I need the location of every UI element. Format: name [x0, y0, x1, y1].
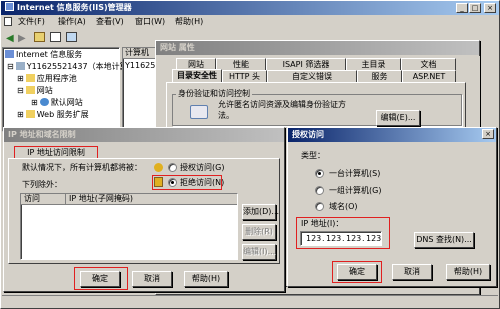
menu-view[interactable]: 查看(V)	[96, 16, 124, 28]
tree-app-pools-label: 应用程序池	[36, 74, 77, 83]
auth-group-label: 身份验证和访问控制	[176, 89, 252, 99]
ip-cancel-button[interactable]: 取消	[132, 271, 172, 287]
ip-list-header: 访问 IP 地址(子网掩码)	[21, 194, 237, 205]
tab-custom-errors[interactable]: 自定义错误	[267, 70, 357, 82]
app-icon	[5, 2, 14, 11]
col-access[interactable]: 访问	[24, 194, 40, 204]
auth-text: 允许匿名访问资源及编辑身份验证方	[218, 100, 346, 109]
single-radio[interactable]	[315, 169, 324, 178]
default-text: 默认情况下，所有计算机都将被：	[22, 163, 142, 172]
menu-file[interactable]: 文件(F)	[18, 16, 45, 28]
folder-icon	[25, 86, 35, 94]
tree-websites-label: 网站	[36, 86, 53, 95]
tree-web-ext-label: Web 服务扩展	[36, 110, 89, 119]
tab-dir-security[interactable]: 目录安全性	[172, 69, 222, 83]
ip-dialog-title: IP 地址和域名限制	[8, 130, 76, 139]
grant-title: 授权访问	[292, 130, 324, 139]
edit-auth-button[interactable]: 编辑(E)...	[376, 110, 420, 126]
menu-window[interactable]: 窗口(W)	[135, 16, 165, 28]
highlight-deny	[152, 175, 222, 190]
server-icon	[15, 62, 25, 70]
highlight-ip-field	[296, 217, 390, 249]
tab-service[interactable]: 服务	[357, 70, 402, 82]
tree-server[interactable]: ⊟ Y11625521437（本地计算	[7, 62, 128, 72]
doc-icon	[4, 17, 12, 26]
maximize-button[interactable]: □	[469, 3, 481, 13]
tab-documents[interactable]: 文档	[401, 58, 456, 70]
tree-app-pools[interactable]: ⊞ 应用程序池	[17, 74, 77, 84]
main-title: Internet 信息服务(IIS)管理器	[17, 3, 132, 12]
highlight-ip-ok	[74, 267, 128, 290]
tab-isapi[interactable]: ISAPI 筛选器	[266, 58, 346, 70]
edit-button[interactable]: 编辑(I)...	[242, 244, 276, 260]
props-title: 网站 属性	[160, 43, 195, 52]
grant-label[interactable]: 授权访问(G)	[180, 163, 224, 173]
tree-root[interactable]: Internet 信息服务	[5, 50, 82, 60]
highlight-grant-ok	[332, 261, 382, 283]
tab-home-dir[interactable]: 主目录	[346, 58, 401, 70]
status-bar	[2, 295, 498, 307]
dns-lookup-button[interactable]: DNS 查找(N)...	[414, 232, 474, 248]
menu-help[interactable]: 帮助(H)	[175, 16, 203, 28]
ip-list[interactable]: 访问 IP 地址(子网掩码)	[20, 193, 238, 260]
domain-radio[interactable]	[315, 202, 324, 211]
type-label: 类型：	[301, 151, 325, 160]
tree-panel: Internet 信息服务 ⊟ Y11625521437（本地计算 ⊞ 应用程序池 …	[2, 47, 128, 132]
folder-icon	[25, 74, 35, 82]
key-icon	[154, 163, 163, 172]
globe-icon	[39, 98, 49, 106]
tree-default-site[interactable]: ⊞ 默认网站	[31, 98, 83, 108]
tree-web-ext[interactable]: ⊞ Web 服务扩展	[17, 110, 89, 120]
forward-icon[interactable]: ▶	[18, 33, 26, 44]
remove-button[interactable]: 删除(R)	[242, 224, 276, 240]
tree-server-label: Y11625521437（本地计算	[26, 62, 128, 71]
folder-icon	[25, 110, 35, 118]
grant-radio[interactable]	[168, 163, 177, 172]
tab-http-headers[interactable]: HTTP 头	[222, 70, 267, 82]
ip-dialog-title-bar: IP 地址和域名限制	[4, 128, 284, 142]
expand-plus-icon[interactable]: ⊞	[31, 98, 38, 107]
tree-root-label: Internet 信息服务	[16, 50, 83, 59]
tree-websites[interactable]: ⊟ 网站	[17, 86, 53, 96]
tree-default-site-label: 默认网站	[50, 98, 83, 107]
expand-minus-icon[interactable]: ⊟	[7, 62, 14, 71]
main-title-bar: Internet 信息服务(IIS)管理器	[1, 1, 499, 15]
minimize-button[interactable]: _	[456, 3, 468, 13]
grant-help-button[interactable]: 帮助(H)	[446, 264, 490, 280]
expand-minus-icon[interactable]: ⊟	[17, 86, 24, 95]
iis-icon	[5, 50, 14, 58]
expand-plus-icon[interactable]: ⊞	[17, 110, 24, 119]
grant-cancel-button[interactable]: 取消	[392, 264, 432, 280]
show-tree-icon[interactable]	[50, 32, 61, 42]
domain-label[interactable]: 域名(O)	[329, 202, 358, 212]
close-button[interactable]: ×	[484, 3, 496, 13]
properties-icon[interactable]	[66, 32, 77, 42]
expand-plus-icon[interactable]: ⊞	[17, 74, 24, 83]
grant-title-bar: 授权访问	[288, 128, 496, 142]
props-title-bar: 网站 属性	[156, 41, 479, 55]
back-icon[interactable]: ◀	[6, 33, 14, 44]
key-hand-icon	[190, 105, 208, 119]
add-button[interactable]: 添加(D)...	[242, 204, 279, 220]
auth-text-2: 法。	[218, 111, 234, 120]
up-icon[interactable]	[34, 32, 45, 42]
group-label[interactable]: 一组计算机(G)	[329, 186, 381, 196]
tab-aspnet[interactable]: ASP.NET	[402, 70, 456, 82]
col-divider	[65, 194, 66, 205]
toolbar: ◀ ▶	[2, 30, 162, 46]
col-ip[interactable]: IP 地址(子网掩码)	[69, 194, 133, 204]
menu-action[interactable]: 操作(A)	[58, 16, 86, 28]
except-label: 下列除外：	[22, 180, 62, 189]
tab-performance[interactable]: 性能	[216, 58, 266, 70]
group-radio[interactable]	[315, 186, 324, 195]
single-label[interactable]: 一台计算机(S)	[329, 169, 380, 179]
ip-help-button[interactable]: 帮助(H)	[184, 271, 228, 287]
grant-close-button[interactable]: ×	[482, 129, 494, 139]
